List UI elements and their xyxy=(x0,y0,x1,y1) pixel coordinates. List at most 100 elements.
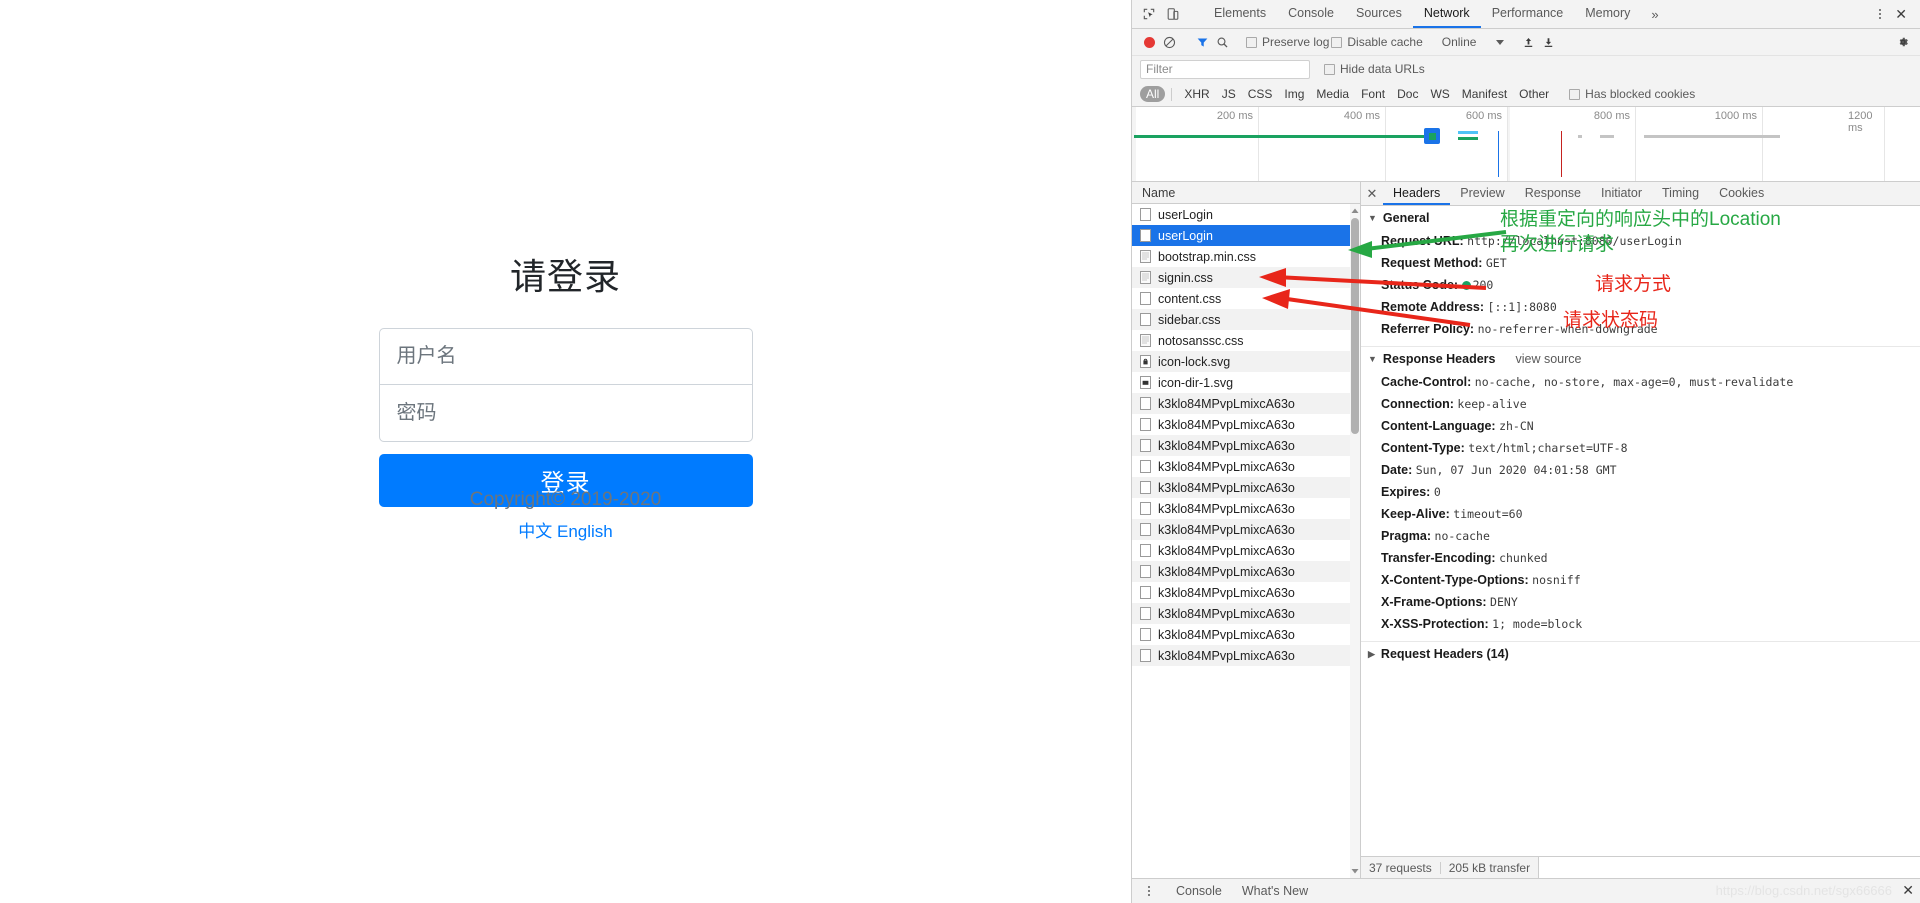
overview-tick-600: 600 ms xyxy=(1465,110,1502,122)
type-chip-xhr[interactable]: XHR xyxy=(1178,86,1215,102)
gear-icon[interactable] xyxy=(1894,33,1912,51)
chevron-double-right-icon[interactable]: » xyxy=(1641,0,1668,28)
drawer-tab-whats-new[interactable]: What's New xyxy=(1232,884,1318,898)
type-chip-media[interactable]: Media xyxy=(1310,86,1355,102)
lang-en-link[interactable]: English xyxy=(557,522,613,541)
disable-cache-checkbox[interactable]: Disable cache xyxy=(1331,35,1423,49)
request-headers-section-title[interactable]: ▶ Request Headers (14) xyxy=(1361,642,1920,666)
request-row[interactable]: k3klo84MPvpLmixcA63o xyxy=(1132,561,1360,582)
type-chip-img[interactable]: Img xyxy=(1278,86,1310,102)
kebab-menu-icon[interactable] xyxy=(1871,9,1889,19)
scroll-up-arrow-icon[interactable] xyxy=(1351,206,1359,216)
funnel-filter-icon[interactable] xyxy=(1193,33,1211,51)
detail-tab-preview[interactable]: Preview xyxy=(1450,182,1514,205)
inspect-cursor-icon[interactable] xyxy=(1140,5,1158,23)
hide-data-urls-checkbox[interactable]: Hide data URLs xyxy=(1324,62,1425,76)
doc-icon xyxy=(1140,229,1151,242)
type-chip-manifest[interactable]: Manifest xyxy=(1456,86,1513,102)
request-row[interactable]: k3klo84MPvpLmixcA63o xyxy=(1132,414,1360,435)
tab-elements[interactable]: Elements xyxy=(1203,0,1277,28)
tab-network[interactable]: Network xyxy=(1412,0,1481,28)
request-list-scroll-thumb[interactable] xyxy=(1351,218,1359,434)
upload-arrow-icon[interactable] xyxy=(1519,33,1537,51)
request-row[interactable]: k3klo84MPvpLmixcA63o xyxy=(1132,645,1360,666)
request-row[interactable]: bootstrap.min.css xyxy=(1132,246,1360,267)
request-row[interactable]: k3klo84MPvpLmixcA63o xyxy=(1132,624,1360,645)
throttling-select[interactable]: Online xyxy=(1438,35,1505,49)
request-row[interactable]: k3klo84MPvpLmixcA63o xyxy=(1132,477,1360,498)
request-row[interactable]: k3klo84MPvpLmixcA63o xyxy=(1132,498,1360,519)
chevron-down-icon[interactable]: ▼ xyxy=(1368,213,1377,223)
detail-tab-headers[interactable]: Headers xyxy=(1383,182,1451,205)
type-chip-css[interactable]: CSS xyxy=(1242,86,1279,102)
drawer-close-icon[interactable]: ✕ xyxy=(1902,883,1914,897)
response-headers-section-title[interactable]: ▼ Response Headers view source xyxy=(1361,347,1920,371)
close-icon[interactable]: ✕ xyxy=(1889,7,1913,21)
request-name: k3klo84MPvpLmixcA63o xyxy=(1158,648,1295,663)
record-circle-icon[interactable] xyxy=(1140,33,1158,51)
tab-performance[interactable]: Performance xyxy=(1481,0,1575,28)
tab-memory[interactable]: Memory xyxy=(1574,0,1641,28)
detail-tab-response[interactable]: Response xyxy=(1515,182,1591,205)
request-row[interactable]: k3klo84MPvpLmixcA63o xyxy=(1132,519,1360,540)
request-row[interactable]: k3klo84MPvpLmixcA63o xyxy=(1132,540,1360,561)
checkbox-box[interactable] xyxy=(1324,63,1335,75)
password-input[interactable] xyxy=(378,385,753,442)
detail-tab-initiator[interactable]: Initiator xyxy=(1591,182,1652,205)
tab-console[interactable]: Console xyxy=(1277,0,1345,28)
detail-close-icon[interactable]: ✕ xyxy=(1361,182,1383,205)
scroll-down-arrow-icon[interactable] xyxy=(1351,866,1359,876)
request-row[interactable]: k3klo84MPvpLmixcA63o xyxy=(1132,393,1360,414)
request-row[interactable]: sidebar.css xyxy=(1132,309,1360,330)
tab-sources[interactable]: Sources xyxy=(1345,0,1413,28)
download-arrow-icon[interactable] xyxy=(1539,33,1557,51)
request-row[interactable]: icon-lock.svg xyxy=(1132,351,1360,372)
request-row[interactable]: notosanssc.css xyxy=(1132,330,1360,351)
type-chip-doc[interactable]: Doc xyxy=(1391,86,1424,102)
header-value: nosniff xyxy=(1532,573,1581,587)
requests-count: 37 requests xyxy=(1369,860,1432,875)
request-row[interactable]: k3klo84MPvpLmixcA63o xyxy=(1132,582,1360,603)
has-blocked-cookies-checkbox[interactable]: Has blocked cookies xyxy=(1569,87,1695,101)
request-row[interactable]: userLogin xyxy=(1132,225,1360,246)
request-row[interactable]: k3klo84MPvpLmixcA63o xyxy=(1132,456,1360,477)
overview-misc-bar xyxy=(1578,135,1582,138)
checkbox-box[interactable] xyxy=(1569,88,1581,100)
request-row[interactable]: userLogin xyxy=(1132,204,1360,225)
request-row[interactable]: k3klo84MPvpLmixcA63o xyxy=(1132,435,1360,456)
checkbox-box[interactable] xyxy=(1246,36,1257,48)
view-source-link[interactable]: view source xyxy=(1501,352,1581,366)
type-chip-js[interactable]: JS xyxy=(1216,86,1242,102)
detail-tab-timing[interactable]: Timing xyxy=(1652,182,1709,205)
type-chip-font[interactable]: Font xyxy=(1355,86,1391,102)
checkbox-box[interactable] xyxy=(1331,36,1343,48)
request-list-header[interactable]: Name xyxy=(1132,182,1360,204)
lang-zh-link[interactable]: 中文 xyxy=(518,522,552,541)
request-row[interactable]: signin.css xyxy=(1132,267,1360,288)
type-chip-ws[interactable]: WS xyxy=(1424,86,1455,102)
drawer-tab-console[interactable]: Console xyxy=(1166,884,1232,898)
type-chip-other[interactable]: Other xyxy=(1513,86,1555,102)
search-magnifier-icon[interactable] xyxy=(1213,33,1231,51)
throttling-value: Online xyxy=(1441,35,1477,49)
filter-input[interactable] xyxy=(1140,59,1310,79)
overview-tick-1200: 1200 ms xyxy=(1848,110,1873,134)
request-row[interactable]: icon-dir-1.svg xyxy=(1132,372,1360,393)
detail-tab-cookies[interactable]: Cookies xyxy=(1709,182,1774,205)
network-overview-timeline[interactable]: 200 ms 400 ms 600 ms 800 ms 1000 ms 1200… xyxy=(1132,107,1920,182)
username-input[interactable] xyxy=(378,328,753,385)
request-list-scrollbar[interactable] xyxy=(1350,204,1360,878)
request-row[interactable]: content.css xyxy=(1132,288,1360,309)
general-section-title[interactable]: ▼ General xyxy=(1361,206,1920,230)
chevron-right-icon[interactable]: ▶ xyxy=(1368,649,1375,660)
drawer-kebab-menu-icon[interactable] xyxy=(1140,886,1158,896)
chevron-down-icon[interactable]: ▼ xyxy=(1368,354,1377,364)
preserve-log-checkbox[interactable]: Preserve log xyxy=(1246,35,1329,49)
clear-no-entry-icon[interactable] xyxy=(1160,33,1178,51)
device-toolbar-icon[interactable] xyxy=(1164,5,1182,23)
type-chip-all[interactable]: All xyxy=(1140,86,1166,102)
response-header-rows: Cache-Control: no-cache, no-store, max-a… xyxy=(1361,371,1920,635)
overview-load-line xyxy=(1561,131,1562,177)
request-row[interactable]: k3klo84MPvpLmixcA63o xyxy=(1132,603,1360,624)
request-rows-container[interactable]: userLogin userLogin bootstrap.min.css signi… xyxy=(1132,204,1360,878)
